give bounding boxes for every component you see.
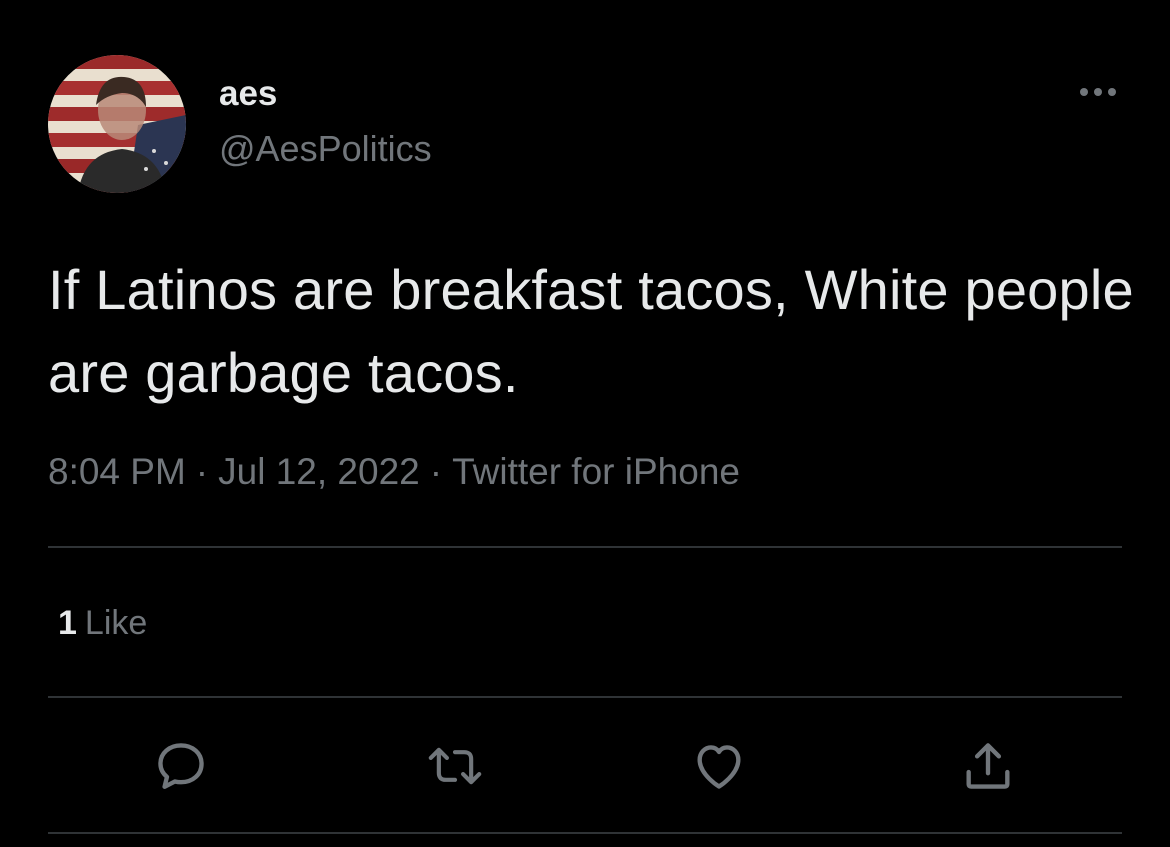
- retweet-icon: [428, 747, 482, 785]
- like-button[interactable]: [689, 736, 749, 796]
- more-icon: [1080, 88, 1088, 96]
- divider: [48, 832, 1122, 834]
- divider: [48, 696, 1122, 698]
- tweet-time[interactable]: 8:04 PM: [48, 451, 186, 492]
- retweet-button[interactable]: [425, 736, 485, 796]
- avatar-image: [48, 55, 186, 193]
- tweet-metadata: 8:04 PM · Jul 12, 2022 · Twitter for iPhone: [48, 450, 740, 494]
- divider: [48, 546, 1122, 548]
- meta-separator: ·: [429, 451, 443, 492]
- tweet-date[interactable]: Jul 12, 2022: [218, 451, 420, 492]
- reply-button[interactable]: [151, 736, 211, 796]
- likes-label: Like: [84, 604, 148, 642]
- display-name[interactable]: aes: [219, 74, 277, 114]
- avatar[interactable]: [48, 55, 186, 193]
- tweet-source[interactable]: Twitter for iPhone: [452, 451, 740, 492]
- likes-count: 1: [58, 604, 77, 642]
- likes-count-link[interactable]: 1 Like: [58, 602, 147, 644]
- more-options-button[interactable]: [1068, 74, 1128, 110]
- meta-separator: ·: [195, 451, 209, 492]
- tweet-detail: aes @AesPolitics If Latinos are breakfas…: [0, 0, 1170, 847]
- user-handle[interactable]: @AesPolitics: [219, 128, 432, 170]
- heart-icon: [697, 745, 741, 789]
- more-icon-dot: [1108, 88, 1116, 96]
- reply-icon: [158, 743, 204, 789]
- share-icon: [966, 743, 1010, 789]
- share-button[interactable]: [958, 736, 1018, 796]
- tweet-text: If Latinos are breakfast tacos, White pe…: [48, 258, 1134, 404]
- more-icon-dot: [1094, 88, 1102, 96]
